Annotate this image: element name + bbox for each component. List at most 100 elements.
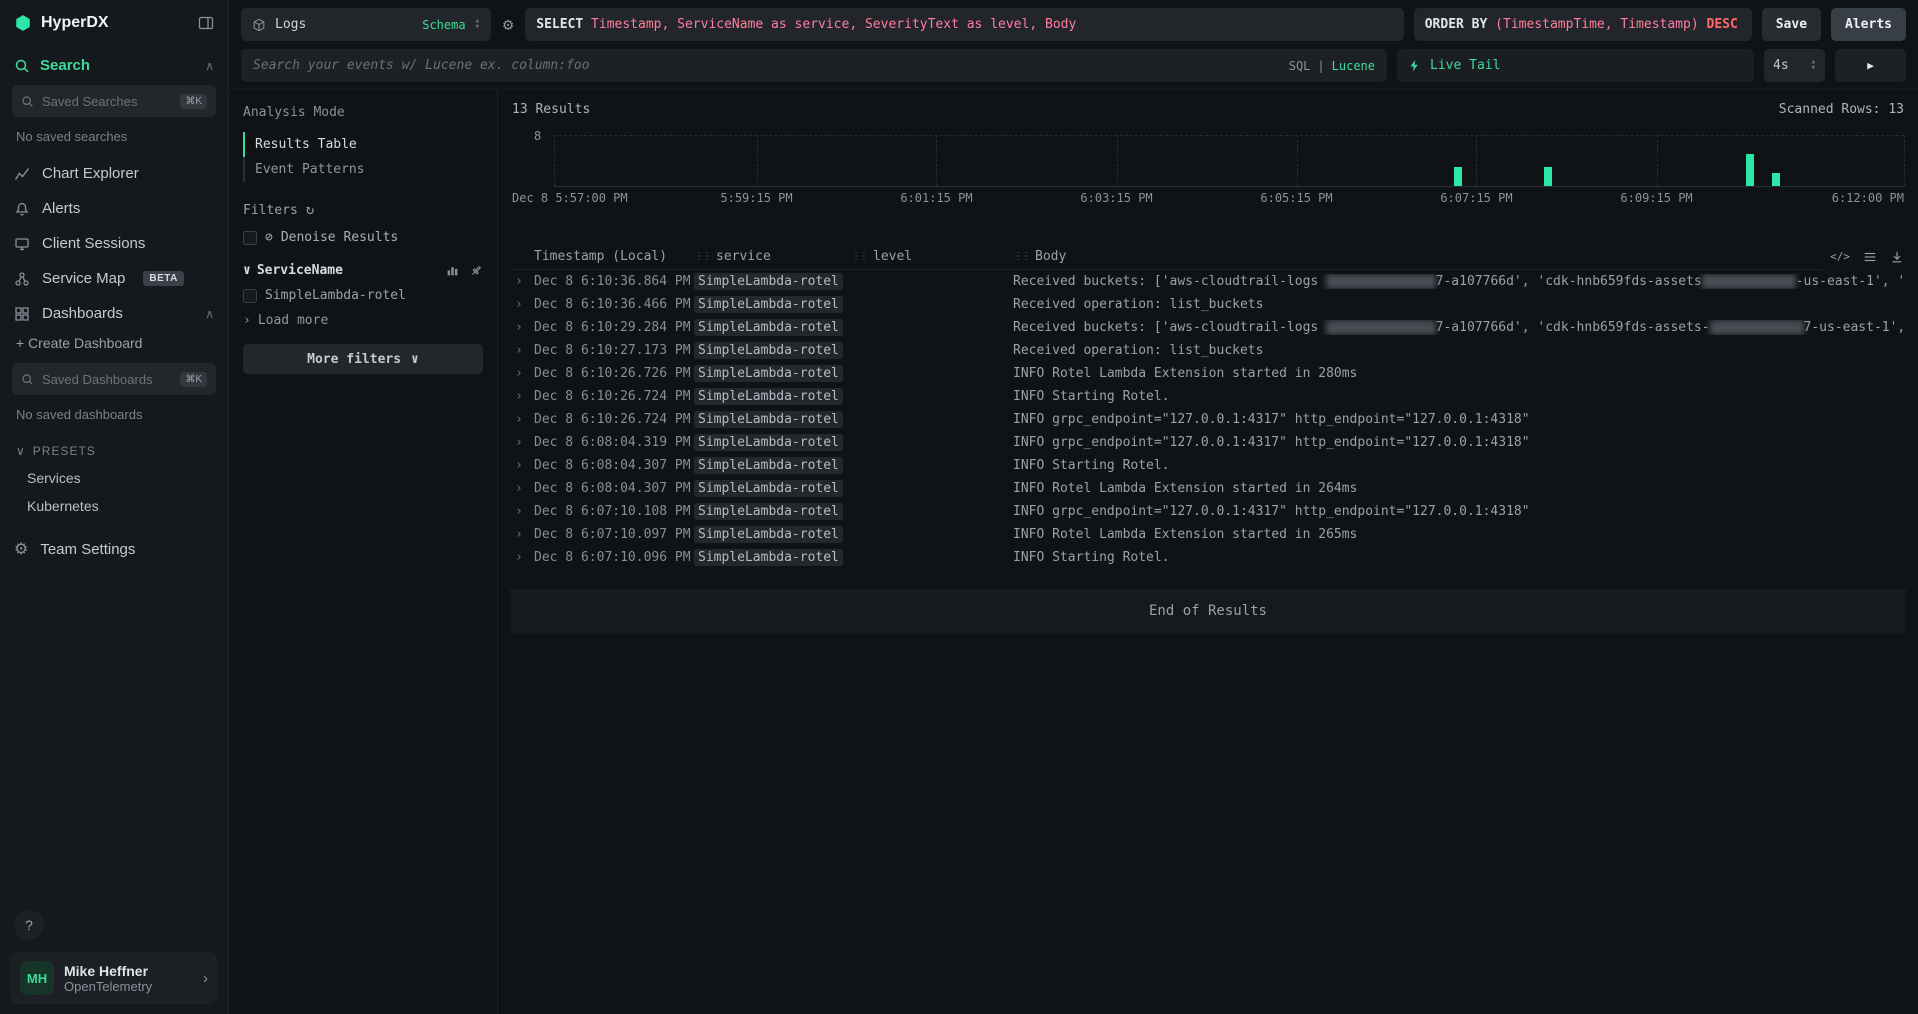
- filter-group-servicename[interactable]: ∨ ServiceName: [243, 263, 483, 278]
- row-expand-icon[interactable]: ›: [510, 343, 534, 358]
- log-row[interactable]: ›Dec 8 6:07:10.096 PMSimpleLambda-rotelI…: [510, 546, 1906, 569]
- schema-link[interactable]: Schema: [422, 18, 465, 32]
- log-row[interactable]: ›Dec 8 6:10:26.724 PMSimpleLambda-rotelI…: [510, 408, 1906, 431]
- sidebar-item-client-sessions[interactable]: Client Sessions: [0, 226, 228, 261]
- row-expand-icon[interactable]: ›: [510, 435, 534, 450]
- download-icon[interactable]: [1890, 250, 1904, 264]
- collapse-sidebar-icon[interactable]: [198, 15, 214, 31]
- refresh-interval-select[interactable]: 4s ▴▾: [1764, 49, 1825, 82]
- pin-icon[interactable]: [470, 264, 483, 277]
- drag-handle-icon[interactable]: ⋮⋮: [1013, 251, 1029, 262]
- save-button[interactable]: Save: [1762, 8, 1821, 41]
- sidebar-item-chart-explorer[interactable]: Chart Explorer: [0, 156, 228, 191]
- service-checkbox[interactable]: [243, 289, 257, 303]
- chevron-down-icon: ∨: [243, 263, 251, 278]
- row-body: INFO grpc_endpoint="127.0.0.1:4317" http…: [1013, 412, 1906, 427]
- sql-mode-toggle[interactable]: SQL: [1289, 59, 1311, 73]
- sidebar-item-team-settings[interactable]: ⚙ Team Settings: [0, 530, 228, 568]
- event-search-input[interactable]: [241, 49, 1387, 82]
- column-service[interactable]: ⋮⋮ service: [694, 249, 851, 264]
- log-row[interactable]: ›Dec 8 6:08:04.307 PMSimpleLambda-rotelI…: [510, 454, 1906, 477]
- preset-item-services[interactable]: Services: [0, 464, 228, 492]
- log-row[interactable]: ›Dec 8 6:10:36.466 PMSimpleLambda-rotelR…: [510, 293, 1906, 316]
- sql-keyword: SELECT: [536, 17, 591, 32]
- source-label: Logs: [275, 17, 413, 32]
- user-profile-card[interactable]: MH Mike Heffner OpenTelemetry ›: [10, 952, 218, 1004]
- mode-results-table[interactable]: Results Table: [243, 132, 483, 157]
- log-row[interactable]: ›Dec 8 6:10:26.726 PMSimpleLambda-rotelI…: [510, 362, 1906, 385]
- log-row[interactable]: ›Dec 8 6:10:36.864 PMSimpleLambda-rotelR…: [510, 270, 1906, 293]
- mode-event-patterns[interactable]: Event Patterns: [243, 157, 483, 182]
- row-expand-icon[interactable]: ›: [510, 389, 534, 404]
- log-row[interactable]: ›Dec 8 6:10:29.284 PMSimpleLambda-rotelR…: [510, 316, 1906, 339]
- chart-bar[interactable]: [1454, 167, 1462, 186]
- run-query-button[interactable]: ▶: [1835, 49, 1906, 82]
- sidebar-item-search[interactable]: Search ∧: [0, 48, 228, 83]
- column-level[interactable]: ⋮⋮ level: [851, 249, 1013, 264]
- log-row[interactable]: ›Dec 8 6:10:26.724 PMSimpleLambda-rotelI…: [510, 385, 1906, 408]
- source-select[interactable]: Logs Schema ▴▾: [241, 8, 491, 41]
- select-query-input[interactable]: SELECT Timestamp, ServiceName as service…: [525, 8, 1403, 41]
- stepper-carets-icon: ▴▾: [1811, 60, 1816, 71]
- column-body[interactable]: ⋮⋮ Body: [1013, 249, 1906, 264]
- row-timestamp: Dec 8 6:07:10.108 PM: [534, 504, 694, 519]
- results-count: 13 Results: [512, 102, 590, 117]
- service-filter-option[interactable]: SimpleLambda-rotel: [243, 288, 483, 303]
- denoise-checkbox[interactable]: [243, 231, 257, 245]
- row-expand-icon[interactable]: ›: [510, 504, 534, 519]
- group-actions: [446, 264, 483, 277]
- row-expand-icon[interactable]: ›: [510, 458, 534, 473]
- help-button[interactable]: ?: [14, 910, 44, 940]
- log-row[interactable]: ›Dec 8 6:07:10.097 PMSimpleLambda-rotelI…: [510, 523, 1906, 546]
- chart-values-icon[interactable]: [446, 264, 459, 277]
- log-row[interactable]: ›Dec 8 6:08:04.307 PMSimpleLambda-rotelI…: [510, 477, 1906, 500]
- chevron-up-icon[interactable]: ∧: [205, 307, 214, 321]
- gear-icon: ⚙: [14, 539, 28, 559]
- refresh-icon[interactable]: ↻: [306, 202, 314, 218]
- row-expand-icon[interactable]: ›: [510, 297, 534, 312]
- chart-bar[interactable]: [1544, 167, 1552, 186]
- preset-item-kubernetes[interactable]: Kubernetes: [0, 492, 228, 520]
- log-row[interactable]: ›Dec 8 6:07:10.108 PMSimpleLambda-rotelI…: [510, 500, 1906, 523]
- row-expand-icon[interactable]: ›: [510, 481, 534, 496]
- column-settings-icon[interactable]: [1863, 250, 1877, 264]
- row-expand-icon[interactable]: ›: [510, 366, 534, 381]
- drag-handle-icon[interactable]: ⋮⋮: [851, 251, 867, 262]
- service-chip: SimpleLambda-rotel: [694, 434, 843, 451]
- row-expand-icon[interactable]: ›: [510, 412, 534, 427]
- lucene-mode-toggle[interactable]: Lucene: [1332, 59, 1375, 73]
- sidebar-item-dashboards[interactable]: Dashboards ∧: [0, 296, 228, 331]
- results-header: 13 Results Scanned Rows: 13: [510, 99, 1906, 127]
- column-timestamp[interactable]: Timestamp (Local): [534, 249, 694, 264]
- denoise-results-toggle[interactable]: ⊘ Denoise Results: [243, 230, 483, 245]
- sidebar-item-service-map[interactable]: Service Map BETA: [0, 261, 228, 296]
- saved-dashboards-input[interactable]: Saved Dashboards ⌘K: [12, 363, 216, 395]
- presets-section-toggle[interactable]: ∨ PRESETS: [0, 434, 228, 464]
- saved-searches-input[interactable]: Saved Searches ⌘K: [12, 85, 216, 117]
- row-expand-icon[interactable]: ›: [510, 550, 534, 565]
- alerts-button[interactable]: Alerts: [1831, 8, 1906, 41]
- row-expand-icon[interactable]: ›: [510, 527, 534, 542]
- chevron-right-icon: ›: [243, 313, 251, 328]
- chart-bar[interactable]: [1772, 173, 1780, 186]
- raw-view-icon[interactable]: </>: [1830, 250, 1850, 263]
- row-expand-icon[interactable]: ›: [510, 320, 534, 335]
- row-expand-icon[interactable]: ›: [510, 274, 534, 289]
- live-tail-button[interactable]: Live Tail: [1397, 49, 1754, 82]
- row-timestamp: Dec 8 6:08:04.319 PM: [534, 435, 694, 450]
- row-service-cell: SimpleLambda-rotel: [694, 504, 851, 519]
- create-dashboard-button[interactable]: + Create Dashboard: [0, 331, 228, 361]
- more-filters-button[interactable]: More filters ∨: [243, 344, 483, 374]
- order-by-input[interactable]: ORDER BY (TimestampTime, Timestamp) DESC: [1414, 8, 1752, 41]
- load-more-button[interactable]: › Load more: [243, 313, 483, 328]
- table-header-actions: </>: [1822, 243, 1904, 270]
- log-row[interactable]: ›Dec 8 6:08:04.319 PMSimpleLambda-rotelI…: [510, 431, 1906, 454]
- chart-bar[interactable]: [1746, 154, 1754, 186]
- drag-handle-icon[interactable]: ⋮⋮: [694, 251, 710, 262]
- log-row[interactable]: ›Dec 8 6:10:27.173 PMSimpleLambda-rotelR…: [510, 339, 1906, 362]
- service-chip: SimpleLambda-rotel: [694, 480, 843, 497]
- sidebar-item-alerts[interactable]: Alerts: [0, 191, 228, 226]
- service-chip: SimpleLambda-rotel: [694, 365, 843, 382]
- gear-icon[interactable]: ⚙: [501, 15, 515, 35]
- chevron-up-icon[interactable]: ∧: [205, 59, 214, 73]
